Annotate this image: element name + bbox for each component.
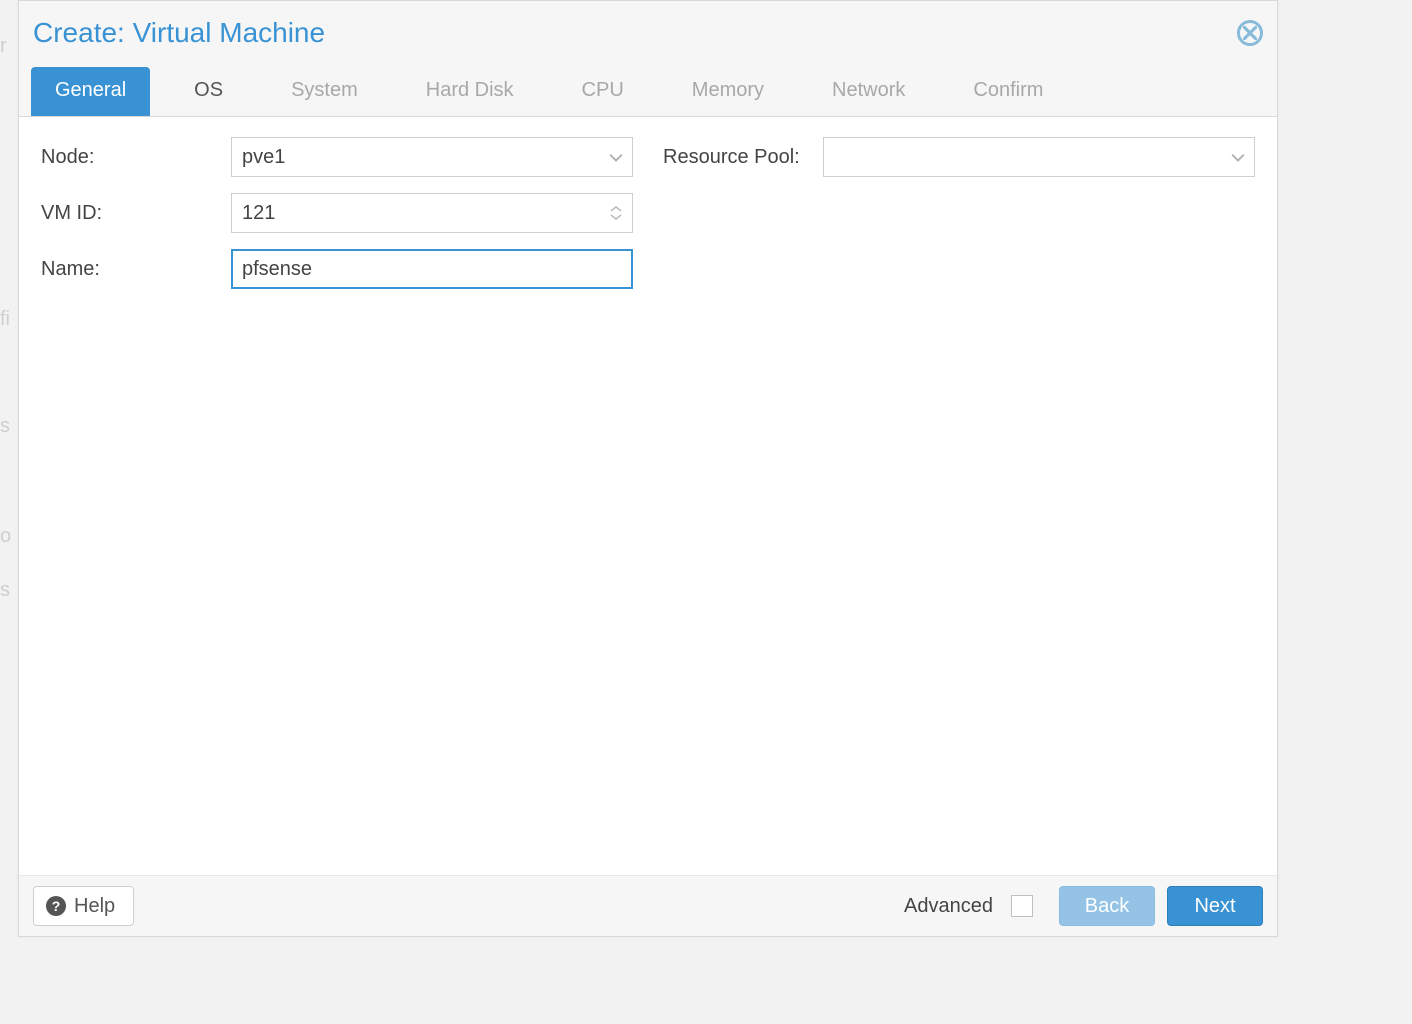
field-node: Node: (41, 137, 633, 177)
tab-network: Network (808, 67, 929, 116)
form-column-right: Resource Pool: (663, 137, 1255, 177)
tab-system: System (267, 67, 382, 116)
next-label: Next (1194, 895, 1235, 918)
tab-hard-disk: Hard Disk (402, 67, 538, 116)
close-icon (1243, 26, 1257, 40)
tab-label: Hard Disk (426, 79, 514, 101)
dialog-footer: ? Help Advanced Back Next (19, 876, 1277, 936)
create-vm-dialog: Create: Virtual Machine General OS Syste… (18, 0, 1278, 937)
close-button[interactable] (1237, 20, 1263, 46)
field-vmid: VM ID: (41, 193, 633, 233)
form-column-left: Node: VM ID: (41, 137, 633, 289)
back-button: Back (1059, 886, 1155, 926)
tab-label: Confirm (973, 79, 1043, 101)
tab-os[interactable]: OS (170, 67, 247, 116)
tab-label: General (55, 79, 126, 101)
field-name: Name: (41, 249, 633, 289)
vmid-label: VM ID: (41, 202, 231, 225)
advanced-checkbox[interactable] (1011, 895, 1033, 917)
name-label: Name: (41, 258, 231, 281)
advanced-label: Advanced (904, 895, 993, 918)
tab-label: CPU (582, 79, 624, 101)
tab-label: System (291, 79, 358, 101)
vmid-input[interactable] (231, 193, 633, 233)
pool-label: Resource Pool: (663, 146, 823, 169)
name-input[interactable] (231, 249, 633, 289)
node-select[interactable] (231, 137, 633, 177)
next-button[interactable]: Next (1167, 886, 1263, 926)
dialog-body: Node: VM ID: (19, 117, 1277, 876)
help-label: Help (74, 895, 115, 918)
wizard-tabstrip: General OS System Hard Disk CPU Memory N… (19, 61, 1277, 117)
back-label: Back (1085, 895, 1129, 918)
help-icon: ? (46, 896, 66, 916)
field-resource-pool: Resource Pool: (663, 137, 1255, 177)
tab-memory: Memory (668, 67, 788, 116)
pool-select[interactable] (823, 137, 1255, 177)
node-label: Node: (41, 146, 231, 169)
tab-label: Network (832, 79, 905, 101)
tab-label: Memory (692, 79, 764, 101)
tab-cpu: CPU (558, 67, 648, 116)
dialog-header: Create: Virtual Machine (19, 1, 1277, 61)
help-button[interactable]: ? Help (33, 886, 134, 926)
dialog-title: Create: Virtual Machine (33, 17, 325, 49)
tab-confirm: Confirm (949, 67, 1067, 116)
tab-label: OS (194, 79, 223, 101)
tab-general[interactable]: General (31, 67, 150, 116)
